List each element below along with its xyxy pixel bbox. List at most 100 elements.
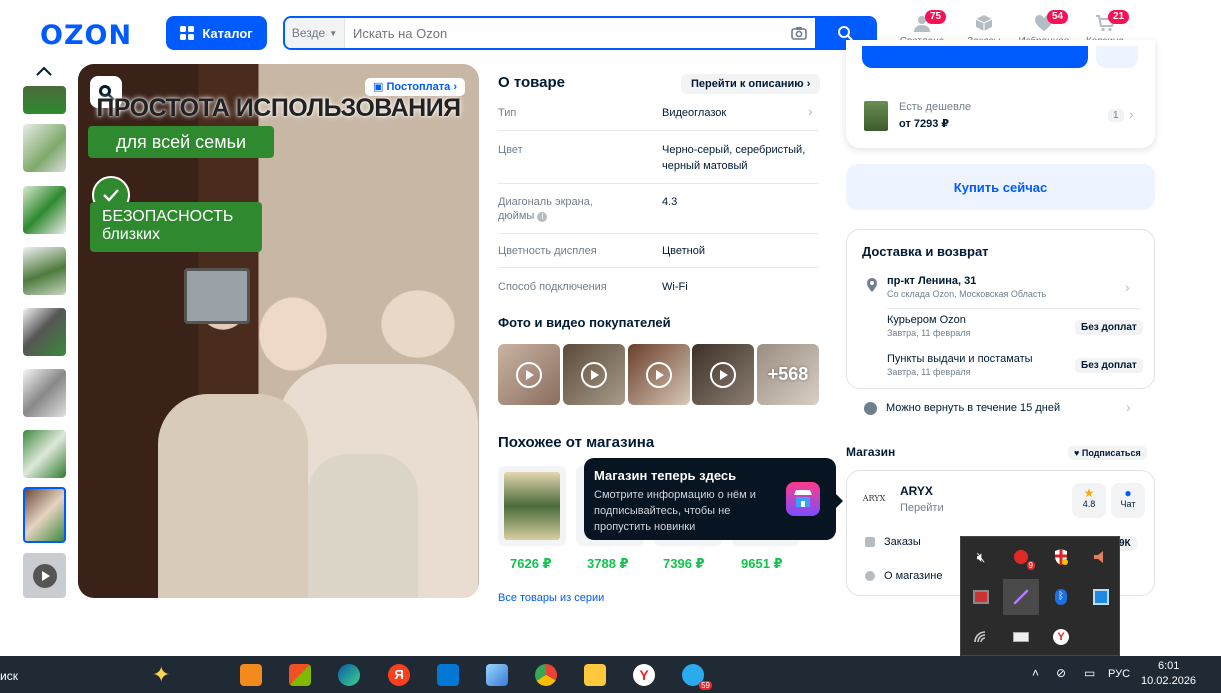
cheaper-label: Есть дешевле	[899, 101, 972, 113]
spec-value[interactable]: Видеоглазок	[662, 105, 820, 121]
system-tray-overflow: 🔇︎ 9 ᛒ Y	[960, 536, 1120, 656]
play-icon	[646, 361, 672, 388]
media-player-icon[interactable]	[240, 664, 262, 686]
security-shield-icon[interactable]	[1043, 539, 1079, 575]
search-input[interactable]	[345, 25, 783, 41]
cheaper-price: от 7293 ₽	[899, 118, 950, 130]
similar-price-3: 7396 ₽	[663, 556, 705, 571]
customer-media-more[interactable]: +568	[757, 344, 819, 405]
network-app-icon[interactable]	[1083, 579, 1119, 615]
delivery-address[interactable]: пр-кт Ленина, 31	[887, 275, 976, 287]
search-scope-label: Везде	[291, 26, 326, 40]
chevron-right-icon[interactable]: ›	[1125, 279, 1130, 295]
customer-video-2[interactable]	[563, 344, 625, 405]
shop-about-link[interactable]: О магазине	[884, 570, 942, 582]
delivery-option-date: Завтра, 11 февраля	[887, 328, 971, 338]
shop-title: Магазин	[846, 445, 896, 459]
catalog-button[interactable]: Каталог	[166, 16, 267, 50]
delivery-option-tag: Без доплат	[1075, 320, 1143, 335]
safety-line-1: БЕЗОПАСНОСТЬ	[102, 208, 234, 225]
chat-icon: ●	[1124, 486, 1132, 500]
postpay-badge[interactable]: ▣ Постоплата ›	[365, 78, 466, 96]
subscribe-button[interactable]: ♥ Подписаться	[1068, 446, 1147, 460]
spec-key: Диагональ экрана, дюймы i	[498, 195, 608, 223]
search-scope-select[interactable]: Везде ▼	[285, 18, 345, 48]
spec-value: Черно-серый, серебристый, черный матовый	[662, 144, 806, 172]
customer-video-4[interactable]	[692, 344, 754, 405]
telegram-icon[interactable]: 59	[682, 664, 712, 690]
yandex-browser-icon[interactable]: Я	[388, 664, 410, 686]
series-link[interactable]: Все товары из серии	[498, 592, 604, 604]
customer-video-3[interactable]	[628, 344, 690, 405]
profile-badge: 75	[925, 10, 947, 24]
yandex-icon[interactable]: Y	[633, 664, 655, 686]
chevron-right-icon[interactable]: ›	[1129, 106, 1134, 122]
safety-line-2: близких	[102, 226, 160, 243]
similar-product-1[interactable]	[498, 466, 566, 546]
pen-icon[interactable]	[1003, 579, 1039, 615]
antivirus-icon[interactable]: 9	[1003, 539, 1039, 575]
clock-date[interactable]: 10.02.2026	[1141, 675, 1196, 687]
about-title: О товаре	[498, 74, 566, 91]
taskbar-search-text[interactable]: иск	[0, 669, 18, 683]
info-icon[interactable]: i	[537, 212, 548, 222]
yandex-icon[interactable]: Y	[1043, 619, 1079, 655]
favorite-button[interactable]	[1096, 46, 1138, 68]
mute-icon[interactable]: 🔇︎	[963, 539, 999, 575]
thumbnail-6[interactable]	[23, 369, 66, 417]
return-policy-row[interactable]: Можно вернуть в течение 15 дней ›	[846, 395, 1155, 423]
file-explorer-icon[interactable]	[584, 664, 606, 686]
tray-expand-chevron-icon[interactable]: ˄	[1032, 666, 1039, 680]
usb-device-icon[interactable]	[1003, 619, 1039, 655]
copilot-sparkle-icon[interactable]: ✦	[152, 662, 170, 688]
main-product-image[interactable]: ПРОСТОТА ИСПОЛЬЗОВАНИЯ для всей семьи БЕ…	[78, 64, 479, 598]
return-icon	[864, 402, 877, 415]
wifi-icon[interactable]	[963, 619, 999, 655]
thumbs-up-arrow-icon[interactable]	[34, 64, 54, 83]
info-icon	[865, 571, 875, 581]
thumbnail-7[interactable]	[23, 430, 66, 478]
goto-description-button[interactable]: Перейти к описанию ›	[681, 74, 821, 94]
heart-icon: ♥	[1074, 448, 1080, 458]
shop-name[interactable]: ARYX	[900, 484, 933, 498]
network-off-icon[interactable]: ⊘	[1056, 666, 1066, 680]
cheaper-thumb	[864, 101, 888, 131]
store-app-icon[interactable]	[289, 664, 311, 686]
thumbnail-3[interactable]	[23, 186, 66, 234]
search-bar: Везде ▼	[283, 16, 877, 50]
divider	[498, 267, 819, 268]
shop-goto[interactable]: Перейти	[900, 502, 944, 514]
subscribe-label: Подписаться	[1081, 448, 1141, 458]
shop-logo[interactable]: ARYX	[856, 484, 892, 512]
thumbnail-4[interactable]	[23, 247, 66, 295]
thumbnail-8-selected[interactable]	[23, 487, 66, 543]
tooltip-title: Магазин теперь здесь	[594, 468, 737, 483]
delivery-option-tag: Без доплат	[1075, 358, 1143, 373]
customer-video-1[interactable]	[498, 344, 560, 405]
delivery-address-sub: Со склада Ozon, Московская Область	[887, 289, 1047, 299]
outlook-icon[interactable]	[437, 664, 459, 686]
shop-chat-button[interactable]: ● Чат	[1111, 483, 1145, 518]
thumbnail-5[interactable]	[23, 308, 66, 356]
thumbnail-video[interactable]	[23, 553, 66, 598]
edge-icon[interactable]	[338, 664, 360, 686]
thumbnail-1[interactable]	[23, 86, 66, 114]
add-to-cart-button[interactable]	[862, 46, 1088, 68]
buy-now-button[interactable]: Купить сейчас	[846, 164, 1155, 210]
thumbnail-2[interactable]	[23, 124, 66, 172]
shop-rating[interactable]: ★ 4.8	[1072, 483, 1106, 518]
chrome-icon[interactable]	[535, 664, 557, 686]
battery-icon[interactable]: ▭	[1084, 666, 1095, 680]
display-icon[interactable]	[963, 579, 999, 615]
spec-key: Цвет	[498, 144, 523, 156]
chevron-right-icon: ›	[808, 103, 813, 119]
language-indicator[interactable]: РУС	[1108, 668, 1130, 680]
clock-time[interactable]: 6:01	[1158, 660, 1179, 672]
bluetooth-icon[interactable]: ᛒ	[1043, 579, 1079, 615]
ozon-logo[interactable]: OZON	[40, 20, 132, 51]
camera-search-icon[interactable]	[783, 26, 815, 40]
speaker-icon[interactable]	[1083, 539, 1119, 575]
location-pin-icon	[866, 278, 878, 297]
notes-app-icon[interactable]	[486, 664, 508, 686]
tooltip-arrow	[836, 494, 843, 508]
